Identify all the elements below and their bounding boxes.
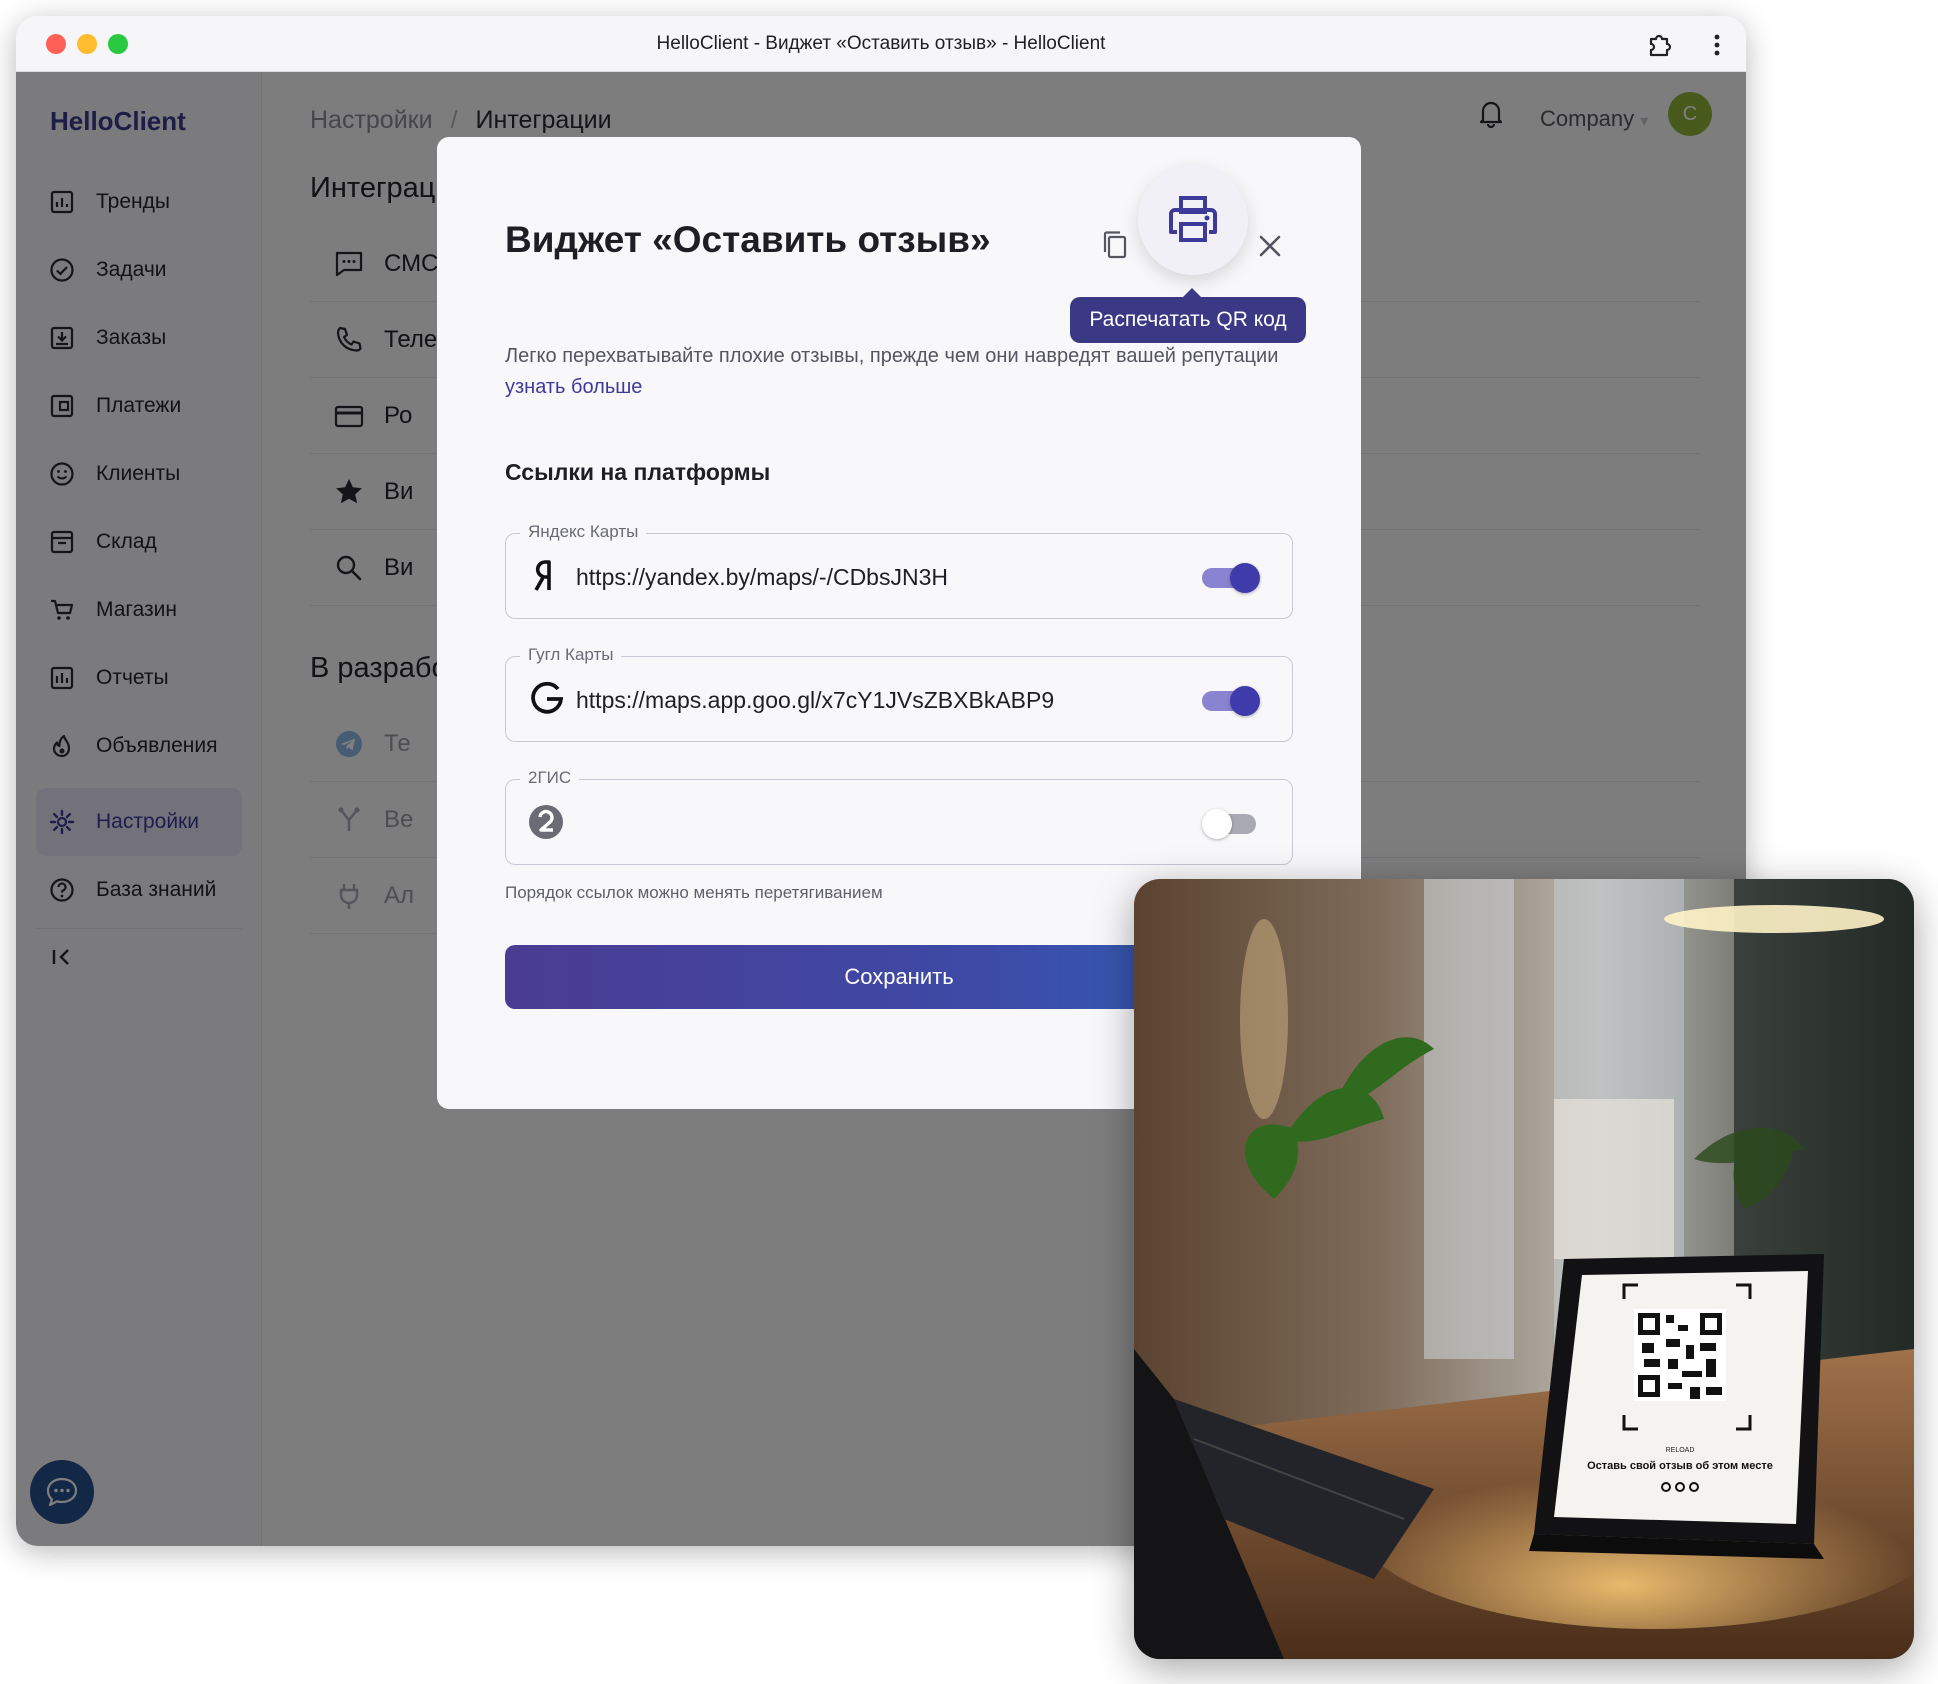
sign-brand: RELOAD: [1666, 1447, 1695, 1454]
extension-icon[interactable]: [1644, 30, 1674, 60]
google-maps-field[interactable]: Гугл Карты https://maps.app.goo.gl/x7cY1…: [505, 645, 1293, 742]
dialog-description: Легко перехватывайте плохие отзывы, преж…: [505, 341, 1305, 403]
photo-scene: RELOAD Оставь свой отзыв об этом месте: [1134, 879, 1914, 1659]
field-label: Яндекс Карты: [520, 522, 647, 542]
field-label: Гугл Карты: [520, 645, 622, 665]
toggle-knob: [1230, 563, 1260, 593]
drag-hint: Порядок ссылок можно менять перетягивани…: [505, 883, 883, 902]
yandex-maps-field[interactable]: Яндекс Карты https://yandex.by/maps/-/CD…: [505, 522, 1293, 619]
yandex-toggle[interactable]: [1202, 562, 1260, 593]
google-logo-icon: [531, 681, 564, 714]
platform-links-heading: Ссылки на платформы: [505, 459, 771, 485]
yandex-logo-icon: [534, 560, 551, 591]
sign-text: Оставь свой отзыв об этом месте: [1587, 1460, 1773, 1472]
window-title: HelloClient - Виджет «Оставить отзыв» - …: [656, 33, 1106, 54]
dialog-title: Виджет «Оставить отзыв»: [505, 219, 991, 260]
toggle-knob: [1202, 809, 1232, 839]
description-text: Легко перехватывайте плохие отзывы, преж…: [505, 345, 1279, 367]
yandex-link-value[interactable]: https://yandex.by/maps/-/CDbsJN3H: [576, 564, 948, 591]
print-tooltip: Распечатать QR код: [1070, 288, 1306, 343]
more-vertical-icon[interactable]: [1702, 30, 1732, 60]
learn-more-link[interactable]: узнать больше: [505, 376, 642, 398]
qr-sign-photo: RELOAD Оставь свой отзыв об этом месте: [1134, 879, 1914, 1659]
google-toggle[interactable]: [1202, 685, 1260, 716]
google-link-value[interactable]: https://maps.app.goo.gl/x7cY1JVsZBXBkABP…: [576, 687, 1054, 714]
2gis-field[interactable]: 2ГИС: [505, 768, 1293, 865]
close-icon[interactable]: [1253, 229, 1287, 263]
printer-icon: [1169, 196, 1217, 242]
title-bar: HelloClient - Виджет «Оставить отзыв» - …: [16, 16, 1746, 72]
print-qr-button[interactable]: [1138, 165, 1248, 275]
2gis-logo-icon: [529, 805, 563, 839]
copy-icon[interactable]: [1095, 225, 1135, 265]
2gis-toggle[interactable]: [1202, 808, 1258, 839]
field-label: 2ГИС: [520, 768, 580, 788]
toggle-knob: [1230, 686, 1260, 716]
